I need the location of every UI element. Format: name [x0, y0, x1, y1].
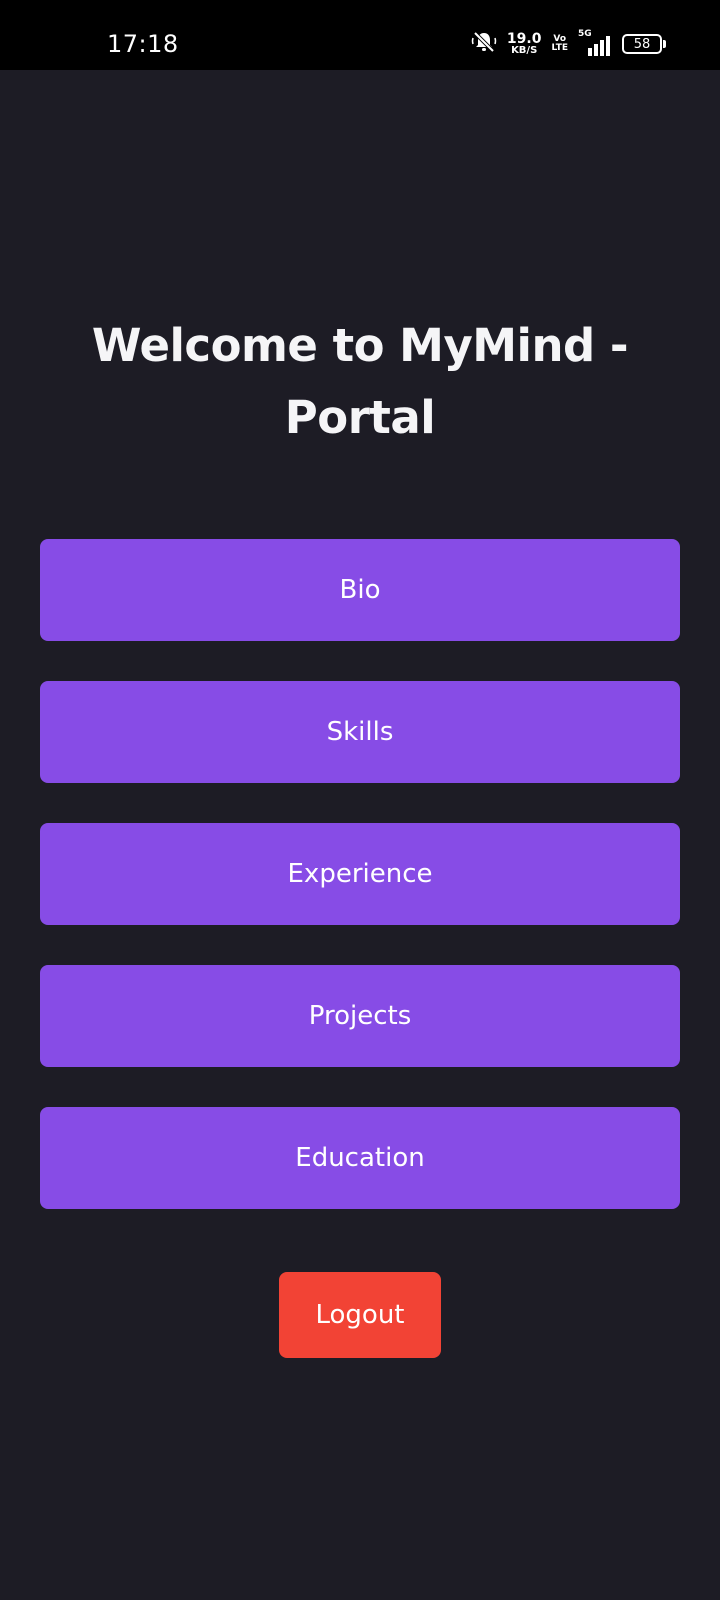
net-speed-unit: KB/S [511, 45, 538, 56]
education-button[interactable]: Education [40, 1107, 680, 1209]
battery-icon: 58 [622, 34, 666, 54]
net-speed: 19.0 KB/S [507, 32, 542, 56]
page-title: Welcome to MyMind - Portal [91, 319, 629, 444]
skills-button[interactable]: Skills [40, 681, 680, 783]
battery-level: 58 [622, 34, 662, 54]
signal-icon: 5G [578, 29, 612, 56]
status-time: 17:18 [107, 30, 179, 58]
status-bar: 17:18 19.0 KB/S Vo LTE 5G 58 [0, 0, 720, 70]
projects-button[interactable]: Projects [40, 965, 680, 1067]
menu: Bio Skills Experience Projects Education [40, 539, 680, 1209]
volte-indicator: Vo LTE [551, 34, 568, 54]
network-type: 5G [578, 29, 592, 39]
bell-muted-icon [471, 29, 497, 59]
volte-bottom: LTE [551, 43, 568, 53]
experience-button[interactable]: Experience [40, 823, 680, 925]
bio-button[interactable]: Bio [40, 539, 680, 641]
net-speed-value: 19.0 [506, 31, 542, 47]
logout-button[interactable]: Logout [279, 1272, 441, 1358]
status-icons: 19.0 KB/S Vo LTE 5G 58 [471, 28, 666, 60]
